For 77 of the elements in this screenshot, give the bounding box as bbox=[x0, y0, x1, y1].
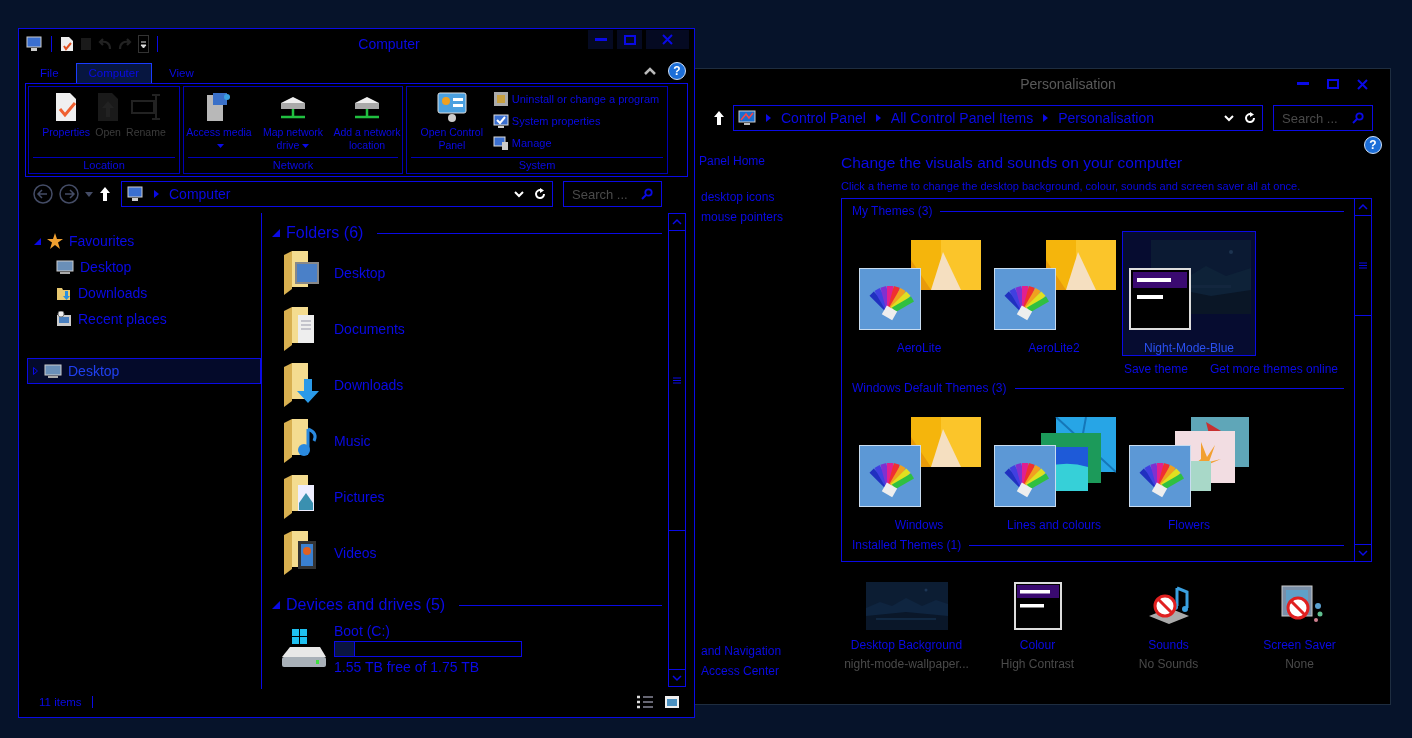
ribbon-tab[interactable]: File bbox=[27, 63, 72, 83]
page-subheading: Click a theme to change the desktop background, colour, sounds and screen saver all at once. bbox=[841, 180, 1302, 192]
theme-tile[interactable]: Night-Mode-Blue bbox=[1122, 231, 1256, 356]
theme-name: Flowers bbox=[1168, 518, 1210, 532]
folder-item[interactable]: Desktop bbox=[272, 245, 662, 301]
folder-item[interactable]: Music bbox=[272, 413, 662, 469]
group-label: System bbox=[411, 157, 663, 173]
drive-label: Boot (C:) bbox=[334, 623, 391, 639]
window-title: Personalisation bbox=[1019, 76, 1117, 92]
ribbon-button[interactable]: Access media bbox=[182, 91, 256, 157]
tree-item[interactable]: Recent places bbox=[19, 306, 261, 332]
theme-name: AeroLite bbox=[896, 341, 942, 355]
section-title: My Themes (3) bbox=[852, 204, 933, 218]
address-bar[interactable]: Control Panel All Control Panel Items Personalisation bbox=[733, 105, 1263, 131]
ribbon-button[interactable]: Map network drive bbox=[256, 91, 330, 157]
ribbon-button[interactable]: Open Control Panel bbox=[414, 91, 489, 157]
ribbon-button[interactable]: System properties bbox=[492, 113, 660, 129]
ribbon-button[interactable]: Properties bbox=[41, 91, 92, 157]
folder-item[interactable]: Videos bbox=[272, 525, 662, 581]
theme-name: AeroLite2 bbox=[1028, 341, 1080, 355]
setting-value: No Sounds bbox=[1138, 657, 1199, 671]
drive-item[interactable]: Boot (C:) 1.55 TB free of 1.75 TB bbox=[272, 617, 662, 675]
sidebar-link[interactable]: desktop icons bbox=[701, 190, 841, 204]
theme-name: Windows bbox=[894, 518, 944, 532]
tree-item[interactable]: Desktop bbox=[19, 254, 261, 280]
section-title: Windows Default Themes (3) bbox=[852, 381, 1007, 395]
theme-name: Lines and colours bbox=[1006, 518, 1102, 532]
setting-value: night-mode-wallpaper... bbox=[844, 657, 969, 671]
setting-value: None bbox=[1285, 657, 1314, 671]
breadcrumb-item[interactable]: Personalisation bbox=[1058, 110, 1154, 126]
section-title[interactable]: Folders (6) bbox=[286, 224, 364, 242]
theme-link[interactable]: Save theme bbox=[1123, 362, 1188, 376]
setting-link[interactable]: Sounds bbox=[1148, 638, 1189, 652]
sidebar-link[interactable]: Access Center bbox=[701, 664, 841, 678]
free-space-text: 1.55 TB free of 1.75 TB bbox=[334, 659, 481, 675]
sidebar-link[interactable]: and Navigation bbox=[701, 644, 841, 658]
ribbon-tab[interactable]: View bbox=[156, 63, 207, 83]
theme-link[interactable]: Get more themes online bbox=[1209, 362, 1338, 376]
setting-value: High Contrast bbox=[1000, 657, 1075, 671]
ribbon-button[interactable]: Manage bbox=[492, 135, 660, 151]
help-icon[interactable]: ? bbox=[1364, 136, 1382, 154]
item-count: 11 items bbox=[39, 696, 82, 708]
section-title[interactable]: Devices and drives (5) bbox=[286, 596, 446, 614]
window-title: Computer bbox=[357, 36, 421, 52]
search-placeholder: Search ... bbox=[572, 186, 629, 202]
folder-item[interactable]: Documents bbox=[272, 301, 662, 357]
help-icon[interactable]: ? bbox=[668, 62, 686, 80]
ribbon-button[interactable]: Add a network location bbox=[330, 91, 404, 157]
search-placeholder: Search ... bbox=[1282, 110, 1339, 126]
theme-tile[interactable]: AeroLite bbox=[852, 231, 986, 356]
folder-item[interactable]: Pictures bbox=[272, 469, 662, 525]
setting-link[interactable]: Screen Saver bbox=[1263, 638, 1336, 652]
search-field[interactable]: Search ... bbox=[563, 181, 662, 207]
ribbon-button[interactable]: Uninstall or change a program bbox=[492, 91, 660, 107]
theme-tile[interactable]: AeroLite2 bbox=[987, 231, 1121, 356]
section-title: Installed Themes (1) bbox=[852, 538, 962, 552]
sidebar-link[interactable]: mouse pointers bbox=[701, 210, 841, 224]
tree-item[interactable]: Desktop bbox=[27, 358, 261, 384]
folder-item[interactable]: Downloads bbox=[272, 357, 662, 413]
breadcrumb-item[interactable]: All Control Panel Items bbox=[890, 110, 1034, 126]
ribbon-tab[interactable]: Computer bbox=[75, 63, 153, 83]
tree-item[interactable]: Favourites bbox=[19, 228, 261, 254]
group-label: Location bbox=[33, 157, 175, 173]
sidebar-link[interactable]: Panel Home bbox=[699, 154, 841, 168]
breadcrumb-item[interactable]: Control Panel bbox=[781, 110, 866, 126]
search-field[interactable]: Search ... bbox=[1273, 105, 1373, 131]
setting-link[interactable]: Colour bbox=[1019, 638, 1056, 652]
theme-tile[interactable]: Windows bbox=[852, 408, 986, 533]
theme-name: Night-Mode-Blue bbox=[1143, 341, 1234, 355]
theme-tile[interactable]: Flowers bbox=[1122, 408, 1256, 533]
address-bar[interactable]: Computer bbox=[121, 181, 553, 207]
breadcrumb-item[interactable]: Computer bbox=[169, 186, 231, 202]
tree-item[interactable]: Downloads bbox=[19, 280, 261, 306]
group-label: Network bbox=[188, 157, 398, 173]
theme-tile[interactable]: Lines and colours bbox=[987, 408, 1121, 533]
page-heading: Change the visuals and sounds on your computer bbox=[841, 154, 1184, 172]
setting-link[interactable]: Desktop Background bbox=[850, 638, 963, 652]
